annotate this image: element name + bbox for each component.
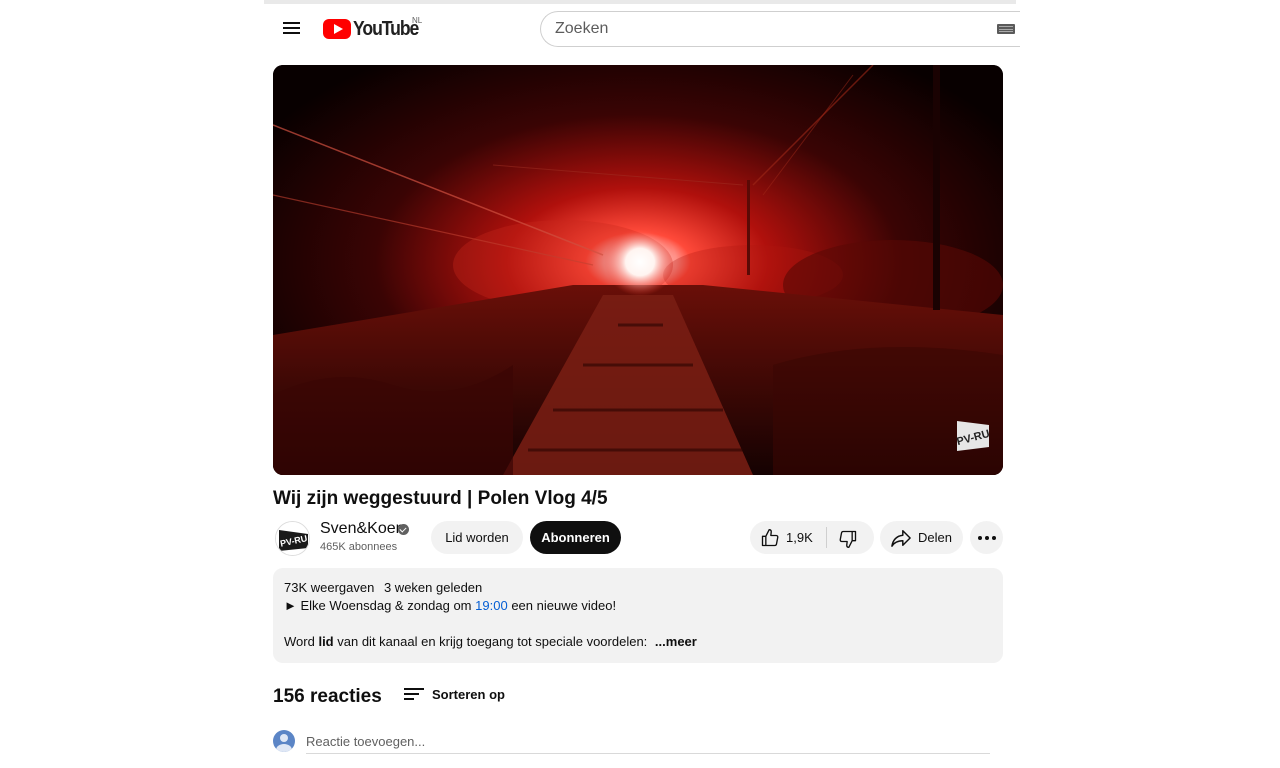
channel-watermark-logo[interactable]: PV-RU bbox=[955, 419, 991, 453]
search-box[interactable] bbox=[540, 11, 1020, 47]
description-line1-prefix: ► Elke Woensdag & zondag om bbox=[284, 598, 472, 613]
channel-avatar[interactable]: PV-RU bbox=[275, 521, 310, 556]
join-button[interactable]: Lid worden bbox=[431, 521, 523, 554]
user-avatar bbox=[273, 730, 295, 752]
verified-badge-icon bbox=[398, 524, 409, 535]
channel-name[interactable]: Sven&Koen bbox=[320, 520, 405, 538]
description-line1-suffix: een nieuwe video! bbox=[511, 598, 617, 613]
share-label: Delen bbox=[918, 530, 952, 545]
thumbs-up-icon bbox=[761, 529, 779, 547]
show-more-link[interactable]: ...meer bbox=[655, 634, 697, 649]
upload-date: 3 weken geleden bbox=[383, 580, 483, 595]
like-button[interactable]: 1,9K bbox=[750, 521, 826, 554]
dislike-button[interactable] bbox=[827, 521, 874, 554]
add-comment-input[interactable] bbox=[306, 730, 990, 754]
more-actions-button[interactable] bbox=[970, 521, 1003, 554]
logo-text: YouTube bbox=[353, 17, 419, 40]
share-button[interactable]: Delen bbox=[880, 521, 963, 554]
share-icon bbox=[891, 529, 911, 547]
subscribe-button[interactable]: Abonneren bbox=[530, 521, 621, 554]
thumbs-down-icon bbox=[839, 530, 857, 548]
youtube-watch-page: YouTube NL Zoeken PV-RU Wij zijn weggest… bbox=[0, 0, 1280, 768]
youtube-play-icon bbox=[323, 19, 351, 39]
description-box[interactable]: 73K weergaven 3 weken geleden ► Elke Woe… bbox=[273, 568, 1003, 663]
like-count: 1,9K bbox=[786, 530, 813, 545]
search-input[interactable] bbox=[555, 20, 975, 38]
hamburger-menu-icon[interactable] bbox=[280, 17, 304, 41]
keyboard-icon[interactable] bbox=[997, 24, 1015, 34]
sort-icon bbox=[404, 687, 424, 701]
video-player[interactable]: PV-RU bbox=[273, 65, 1003, 475]
view-count: 73K weergaven bbox=[284, 580, 375, 595]
video-title: Wij zijn weggestuurd | Polen Vlog 4/5 bbox=[273, 488, 608, 509]
region-code: NL bbox=[412, 16, 423, 25]
sort-label: Sorteren op bbox=[432, 686, 505, 702]
description-line2-prefix: Word bbox=[284, 634, 315, 649]
description-line-2: Word lid van dit kanaal en krijg toegang… bbox=[284, 634, 697, 649]
description-meta: 73K weergaven 3 weken geleden bbox=[284, 580, 482, 595]
subscriber-count: 465K abonnees bbox=[320, 541, 398, 553]
more-dots-icon bbox=[977, 535, 996, 540]
sort-comments-button[interactable]: Sorteren op bbox=[404, 684, 505, 704]
top-divider bbox=[264, 0, 1016, 4]
description-line-1: ► Elke Woensdag & zondag om 19:00 een ni… bbox=[284, 598, 616, 613]
description-time-link[interactable]: 19:00 bbox=[475, 598, 508, 613]
description-line2-suffix: van dit kanaal en krijg toegang tot spec… bbox=[337, 634, 648, 649]
like-dislike-group: 1,9K bbox=[750, 521, 874, 554]
comments-count: 156 reacties bbox=[273, 686, 382, 707]
description-line2-bold: lid bbox=[318, 634, 334, 649]
video-frame bbox=[273, 65, 1003, 475]
